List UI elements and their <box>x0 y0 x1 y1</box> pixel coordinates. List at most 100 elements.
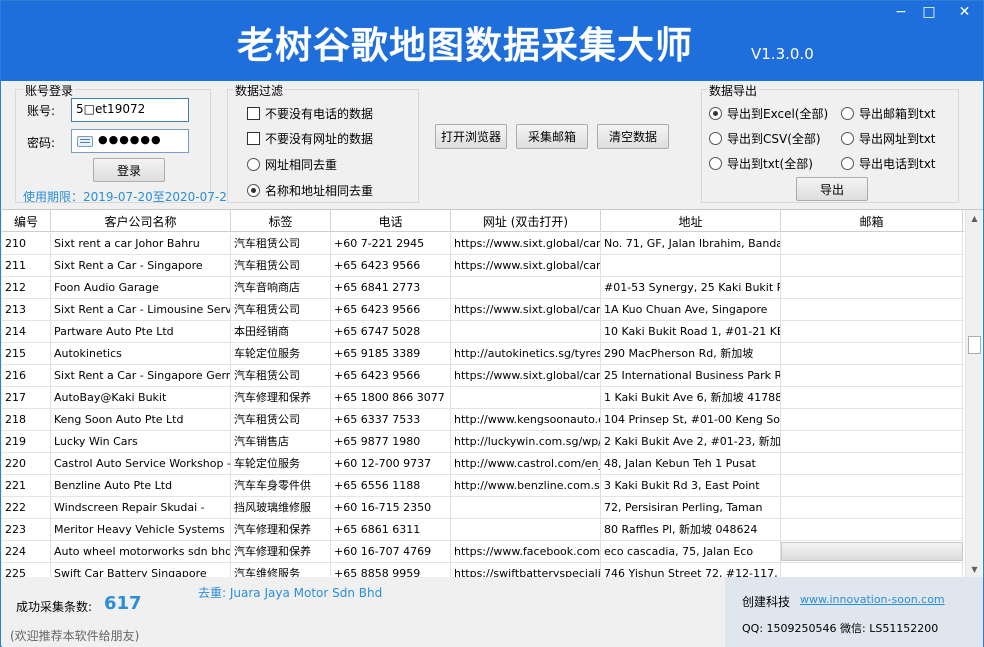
cell-email[interactable] <box>781 321 963 342</box>
export-phone-radio[interactable]: 导出电话到txt <box>841 155 936 172</box>
export-excel-radio[interactable]: 导出到Excel(全部) <box>709 105 828 122</box>
scroll-up-icon[interactable]: ▲ <box>966 210 983 227</box>
table-row[interactable]: 222 Windscreen Repair Skudai - 挡风玻璃维修服 +60 … <box>2 497 964 519</box>
cell-tag[interactable]: 汽车租赁公司 <box>231 255 331 276</box>
radio-icon[interactable] <box>709 157 722 170</box>
export-txt-radio[interactable]: 导出到txt(全部) <box>709 155 813 172</box>
export-csv-radio[interactable]: 导出到CSV(全部) <box>709 130 821 147</box>
cell-id[interactable]: 218 <box>2 409 51 430</box>
cell-company[interactable]: Auto wheel motorworks sdn bhd <box>51 541 231 562</box>
table-row[interactable]: 214 Partware Auto Pte Ltd 本田经销商 +65 6747 50… <box>2 321 964 343</box>
cell-address[interactable]: eco cascadia, 75, Jalan Eco <box>601 541 781 562</box>
cell-url[interactable]: http://autokinetics.sg/tyresh <box>451 343 601 364</box>
cell-company[interactable]: Sixt Rent a Car - Limousine Service <box>51 299 231 320</box>
cell-tag[interactable]: 汽车租赁公司 <box>231 233 331 254</box>
cell-id[interactable]: 210 <box>2 233 51 254</box>
cell-phone[interactable]: +65 9185 3389 <box>331 343 451 364</box>
login-button[interactable]: 登录 <box>93 158 165 182</box>
vertical-scrollbar[interactable]: ▲ ▼ <box>965 210 982 577</box>
dedupe-url-radio[interactable]: 网址相同去重 <box>247 156 337 173</box>
cell-tag[interactable]: 汽车租赁公司 <box>231 365 331 386</box>
table-row[interactable]: 221 Benzline Auto Pte Ltd 汽车车身零件供 +65 6556 … <box>2 475 964 497</box>
cell-url[interactable]: https://www.sixt.global/car-r <box>451 233 601 254</box>
cell-phone[interactable]: +65 6841 2773 <box>331 277 451 298</box>
cell-company[interactable]: Lucky Win Cars <box>51 431 231 452</box>
cell-phone[interactable]: +60 7-221 2945 <box>331 233 451 254</box>
cell-address[interactable]: #01-53 Synergy, 25 Kaki Bukit Road <box>601 277 781 298</box>
scroll-down-icon[interactable]: ▼ <box>966 561 983 577</box>
table-row[interactable]: 218 Keng Soon Auto Pte Ltd 汽车租赁公司 +65 6337 … <box>2 409 964 431</box>
cell-url[interactable]: http://www.kengsoonauto.co <box>451 409 601 430</box>
cell-id[interactable]: 217 <box>2 387 51 408</box>
cell-url[interactable]: https://www.sixt.global/car-r <box>451 365 601 386</box>
cell-address[interactable]: 290 MacPherson Rd, 新加坡 <box>601 343 781 364</box>
cell-phone[interactable]: +65 6423 9566 <box>331 365 451 386</box>
cell-address[interactable]: 746 Yishun Street 72, #12-117, 新 <box>601 563 781 577</box>
table-row[interactable]: 219 Lucky Win Cars 汽车销售店 +65 9877 1980 http:… <box>2 431 964 453</box>
cell-url[interactable] <box>451 497 601 518</box>
cell-email[interactable] <box>781 343 963 364</box>
column-header-company[interactable]: 客户公司名称 <box>51 210 231 232</box>
clear-data-button[interactable]: 清空数据 <box>597 124 669 149</box>
cell-id[interactable]: 211 <box>2 255 51 276</box>
cell-company[interactable]: Sixt Rent a Car - Singapore <box>51 255 231 276</box>
cell-company[interactable]: Windscreen Repair Skudai - <box>51 497 231 518</box>
data-table[interactable]: 编号 客户公司名称 标签 电话 网址 (双击打开) 地址 邮箱 210 Sixt … <box>2 209 983 577</box>
cell-id[interactable]: 225 <box>2 563 51 577</box>
collect-email-button[interactable]: 采集邮箱 <box>516 124 588 149</box>
cell-address[interactable]: 3 Kaki Bukit Rd 3, East Point <box>601 475 781 496</box>
table-row[interactable]: 212 Foon Audio Garage 汽车音响商店 +65 6841 2773 #… <box>2 277 964 299</box>
cell-phone[interactable]: +65 6861 6311 <box>331 519 451 540</box>
cell-company[interactable]: Castrol Auto Service Workshop - <box>51 453 231 474</box>
table-row[interactable]: 215 Autokinetics 车轮定位服务 +65 9185 3389 http:/… <box>2 343 964 365</box>
cell-url[interactable]: https://www.sixt.global/car-r <box>451 255 601 276</box>
cell-phone[interactable]: +65 6337 7533 <box>331 409 451 430</box>
table-row[interactable]: 213 Sixt Rent a Car - Limousine Service 汽车… <box>2 299 964 321</box>
checkbox-icon[interactable] <box>247 107 260 120</box>
table-row[interactable]: 210 Sixt rent a car Johor Bahru 汽车租赁公司 +60 … <box>2 233 964 255</box>
cell-id[interactable]: 220 <box>2 453 51 474</box>
cell-tag[interactable]: 汽车销售店 <box>231 431 331 452</box>
cell-tag[interactable]: 汽车修理和保养 <box>231 387 331 408</box>
radio-icon[interactable] <box>841 132 854 145</box>
cell-id[interactable]: 219 <box>2 431 51 452</box>
table-row[interactable]: 224 Auto wheel motorworks sdn bhd 汽车修理和保养 +… <box>2 541 964 563</box>
cell-address[interactable]: No. 71, GF, Jalan Ibrahim, Bandar <box>601 233 781 254</box>
column-header-phone[interactable]: 电话 <box>331 210 451 232</box>
table-row[interactable]: 217 AutoBay@Kaki Bukit 汽车修理和保养 +65 1800 866… <box>2 387 964 409</box>
cell-email[interactable] <box>781 497 963 518</box>
cell-tag[interactable]: 挡风玻璃维修服 <box>231 497 331 518</box>
maximize-icon[interactable]: □ <box>915 1 943 23</box>
cell-url[interactable] <box>451 387 601 408</box>
dedupe-name-address-radio[interactable]: 名称和地址相同去重 <box>247 182 373 199</box>
export-button[interactable]: 导出 <box>796 177 868 201</box>
cell-url[interactable]: https://swiftbatteryspecialist. <box>451 563 601 577</box>
cell-tag[interactable]: 车轮定位服务 <box>231 453 331 474</box>
radio-selected-icon[interactable] <box>247 184 260 197</box>
cell-address[interactable]: 1 Kaki Bukit Ave 6, 新加坡 417883 <box>601 387 781 408</box>
cell-url[interactable]: https://www.sixt.global/car-r <box>451 299 601 320</box>
cell-email[interactable] <box>781 519 963 540</box>
table-row[interactable]: 220 Castrol Auto Service Workshop - 车轮定位服务… <box>2 453 964 475</box>
cell-tag[interactable]: 车轮定位服务 <box>231 343 331 364</box>
cell-url[interactable] <box>451 321 601 342</box>
cell-phone[interactable]: +65 6423 9566 <box>331 299 451 320</box>
checkbox-icon[interactable] <box>247 132 260 145</box>
cell-address[interactable]: 72, Persisiran Perling, Taman <box>601 497 781 518</box>
cell-phone[interactable]: +65 6556 1188 <box>331 475 451 496</box>
cell-id[interactable]: 222 <box>2 497 51 518</box>
column-header-tag[interactable]: 标签 <box>231 210 331 232</box>
cell-address[interactable]: 10 Kaki Bukit Road 1, #01-21 KB <box>601 321 781 342</box>
scroll-thumb[interactable] <box>968 336 981 354</box>
radio-icon[interactable] <box>841 157 854 170</box>
cell-phone[interactable]: +65 6747 5028 <box>331 321 451 342</box>
filter-no-url-checkbox[interactable]: 不要没有网址的数据 <box>247 130 373 147</box>
cell-phone[interactable]: +65 6423 9566 <box>331 255 451 276</box>
cell-address[interactable]: 1A Kuo Chuan Ave, Singapore <box>601 299 781 320</box>
cell-email[interactable] <box>781 365 963 386</box>
cell-url[interactable]: https://www.facebook.com/A <box>451 541 601 562</box>
cell-tag[interactable]: 汽车音响商店 <box>231 277 331 298</box>
column-header-url[interactable]: 网址 (双击打开) <box>451 210 601 232</box>
cell-id[interactable]: 213 <box>2 299 51 320</box>
cell-phone[interactable]: +65 8858 9959 <box>331 563 451 577</box>
